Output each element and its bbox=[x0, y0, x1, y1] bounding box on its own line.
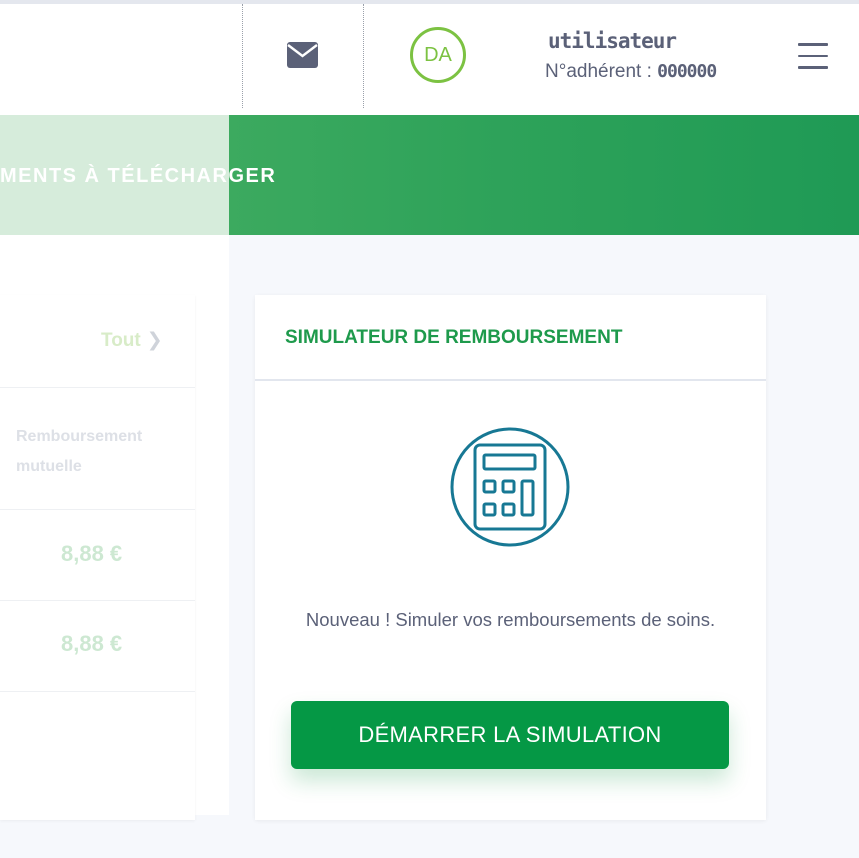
amount-cell: 8,88 € bbox=[61, 631, 123, 656]
envelope-icon[interactable] bbox=[287, 42, 318, 68]
avatar-initials: DA bbox=[424, 43, 452, 66]
header-top-border bbox=[0, 0, 859, 4]
row-divider bbox=[0, 691, 195, 692]
header-divider bbox=[363, 4, 364, 108]
reimbursements-card: Tout ❯ Remboursement mutuelle 8,88 € 8,88… bbox=[0, 295, 195, 820]
row-divider bbox=[0, 387, 195, 388]
user-name: utilisateur bbox=[548, 29, 677, 53]
simulator-card: SIMULATEUR DE REMBOURSEMENT Nouveau ! Si… bbox=[255, 295, 766, 820]
user-avatar[interactable]: DA bbox=[410, 27, 466, 83]
see-all-link[interactable]: Tout ❯ bbox=[101, 329, 163, 352]
card-divider bbox=[255, 379, 766, 381]
simulator-description: Nouveau ! Simuler vos remboursements de … bbox=[305, 609, 716, 630]
start-simulation-button[interactable]: DÉMARRER LA SIMULATION bbox=[291, 701, 729, 769]
see-all-label: Tout bbox=[101, 330, 141, 351]
simulator-title: SIMULATEUR DE REMBOURSEMENT bbox=[285, 327, 623, 348]
member-number-line: N°adhérent : 000000 bbox=[545, 61, 717, 83]
top-header: DA utilisateur N°adhérent : 000000 bbox=[0, 0, 859, 115]
header-divider bbox=[242, 4, 243, 108]
row-divider bbox=[0, 600, 195, 601]
member-number: 000000 bbox=[657, 61, 717, 82]
hamburger-menu-icon[interactable] bbox=[798, 43, 828, 69]
chevron-right-icon: ❯ bbox=[146, 330, 163, 351]
row-divider bbox=[0, 509, 195, 510]
member-label: N°adhérent : bbox=[545, 61, 658, 82]
section-banner: MENTS À TÉLÉCHARGER bbox=[0, 115, 859, 235]
calculator-icon bbox=[450, 427, 570, 547]
column-header-reimbursement: Remboursement mutuelle bbox=[16, 428, 143, 475]
banner-title: MENTS À TÉLÉCHARGER bbox=[0, 165, 277, 187]
amount-cell: 8,88 € bbox=[61, 541, 123, 566]
